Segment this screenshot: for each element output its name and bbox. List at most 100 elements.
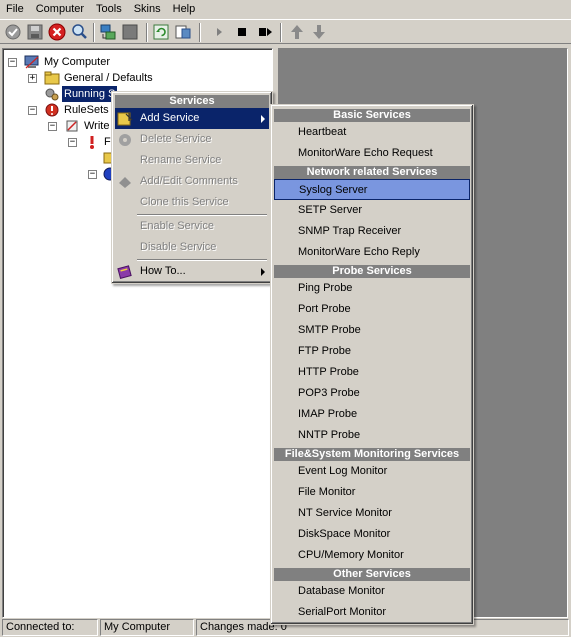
tree-node-my-computer[interactable]: − My Computer	[6, 54, 266, 70]
menu-item-label: HTTP Probe	[298, 366, 359, 378]
network-icon[interactable]	[99, 23, 117, 41]
status-connected: Connected to:	[2, 619, 98, 636]
down-arrow-icon[interactable]	[310, 23, 328, 41]
cpu-memory-monitor-menu-item[interactable]: CPU/Memory Monitor	[274, 545, 470, 566]
menu-item-label: SerialPort Monitor	[298, 606, 387, 618]
menu-computer[interactable]: Computer	[30, 0, 90, 18]
add-service-menu-item[interactable]: Add Service	[115, 108, 269, 129]
add-edit-comments-menu-item[interactable]: Add/Edit Comments	[115, 171, 269, 192]
smtp-probe-menu-item[interactable]: SMTP Probe	[274, 320, 470, 341]
menu-item-label: Ping Probe	[298, 282, 353, 294]
pop3-probe-menu-item[interactable]: POP3 Probe	[274, 383, 470, 404]
monitorware-echo-reply-menu-item[interactable]: MonitorWare Echo Reply	[274, 242, 470, 263]
ftp-probe-menu-item[interactable]: FTP Probe	[274, 341, 470, 362]
other-services-header: Other Services	[274, 568, 470, 581]
menu-file[interactable]: File	[0, 0, 30, 18]
menu-bar: File Computer Tools Skins Help	[0, 0, 571, 18]
toolbar-separator	[93, 23, 95, 42]
collapse-toggle[interactable]: −	[28, 106, 37, 115]
heartbeat-menu-item[interactable]: Heartbeat	[274, 122, 470, 143]
menu-item-label: POP3 Probe	[298, 387, 360, 399]
menu-item-label: SMTP Probe	[298, 324, 361, 336]
clone-service-menu-item[interactable]: Clone this Service	[115, 192, 269, 213]
enable-service-menu-item[interactable]: Enable Service	[115, 216, 269, 237]
disable-service-menu-item[interactable]: Disable Service	[115, 237, 269, 258]
tree-label: RuleSets	[64, 104, 109, 116]
menu-skins[interactable]: Skins	[128, 0, 167, 18]
collapse-toggle[interactable]: −	[88, 170, 97, 179]
port-probe-menu-item[interactable]: Port Probe	[274, 299, 470, 320]
probe-services-header: Probe Services	[274, 265, 470, 278]
snmp-trap-receiver-menu-item[interactable]: SNMP Trap Receiver	[274, 221, 470, 242]
tree-label: General / Defaults	[64, 72, 153, 84]
blank-icon[interactable]	[121, 23, 139, 41]
add-service-submenu: Basic Services Heartbeat MonitorWare Ech…	[270, 104, 474, 625]
check-icon[interactable]	[4, 23, 22, 41]
menu-item-label: How To...	[140, 265, 186, 277]
submenu-arrow-icon	[261, 115, 265, 123]
computer-icon	[24, 54, 40, 70]
toolbar-separator	[199, 23, 201, 42]
menu-item-label: Add/Edit Comments	[140, 175, 238, 187]
stop-red-icon[interactable]	[48, 23, 66, 41]
basic-services-header: Basic Services	[274, 109, 470, 122]
file-monitor-menu-item[interactable]: File Monitor	[274, 482, 470, 503]
menu-item-label: Delete Service	[140, 133, 212, 145]
expand-toggle[interactable]: +	[28, 74, 37, 83]
services-context-menu: Services Add Service Delete Service Rena…	[111, 91, 273, 284]
monitorware-echo-request-menu-item[interactable]: MonitorWare Echo Request	[274, 143, 470, 164]
setp-server-menu-item[interactable]: SETP Server	[274, 200, 470, 221]
toolbar	[0, 19, 571, 44]
tree-label: Running S	[60, 85, 119, 103]
http-probe-menu-item[interactable]: HTTP Probe	[274, 362, 470, 383]
menu-item-label: Event Log Monitor	[298, 465, 388, 477]
refresh-icon[interactable]	[152, 23, 170, 41]
up-arrow-icon[interactable]	[288, 23, 306, 41]
tree-label: My Computer	[44, 56, 111, 68]
stop-icon[interactable]	[233, 23, 251, 41]
toolbar-separator	[280, 23, 282, 42]
menu-item-label: IMAP Probe	[298, 408, 358, 420]
save-icon[interactable]	[26, 23, 44, 41]
tree-node-child[interactable]: −	[6, 166, 117, 182]
syslog-server-menu-item[interactable]: Syslog Server	[274, 179, 470, 200]
menu-item-label: NNTP Probe	[298, 429, 361, 441]
menu-item-label: Clone this Service	[140, 196, 229, 208]
gears-icon	[44, 86, 60, 102]
menu-item-label: DiskSpace Monitor	[298, 528, 391, 540]
menu-item-label: File Monitor	[298, 486, 356, 498]
event-log-monitor-menu-item[interactable]: Event Log Monitor	[274, 461, 470, 482]
collapse-toggle[interactable]: −	[68, 138, 77, 147]
step-icon[interactable]	[256, 23, 274, 41]
serialport-monitor-menu-item[interactable]: SerialPort Monitor	[274, 602, 470, 623]
how-to-menu-item[interactable]: How To...	[115, 261, 269, 282]
collapse-toggle[interactable]: −	[8, 58, 17, 67]
context-menu-header: Services	[115, 95, 269, 108]
comments-icon	[117, 174, 133, 190]
play-icon[interactable]	[210, 23, 228, 41]
folder-icon	[44, 70, 60, 86]
ping-probe-menu-item[interactable]: Ping Probe	[274, 278, 470, 299]
menu-item-label: MonitorWare Echo Reply	[298, 246, 420, 258]
diskspace-monitor-menu-item[interactable]: DiskSpace Monitor	[274, 524, 470, 545]
filesystem-services-header: File&System Monitoring Services	[274, 448, 470, 461]
menu-item-label: Add Service	[140, 112, 200, 124]
rulesets-icon	[44, 102, 60, 118]
nntp-probe-menu-item[interactable]: NNTP Probe	[274, 425, 470, 446]
network-services-header: Network related Services	[274, 166, 470, 179]
menu-help[interactable]: Help	[167, 0, 202, 18]
search-icon[interactable]	[70, 23, 88, 41]
tree-node-child[interactable]	[6, 150, 117, 166]
status-computer: My Computer	[100, 619, 194, 636]
menu-tools[interactable]: Tools	[90, 0, 128, 18]
imap-probe-menu-item[interactable]: IMAP Probe	[274, 404, 470, 425]
database-monitor-menu-item[interactable]: Database Monitor	[274, 581, 470, 602]
ruleset-item-icon	[64, 118, 80, 134]
collapse-toggle[interactable]: −	[48, 122, 57, 131]
menu-item-label: SETP Server	[298, 204, 362, 216]
delete-service-menu-item[interactable]: Delete Service	[115, 129, 269, 150]
nt-service-monitor-menu-item[interactable]: NT Service Monitor	[274, 503, 470, 524]
settings-icon[interactable]	[174, 23, 192, 41]
rename-service-menu-item[interactable]: Rename Service	[115, 150, 269, 171]
tree-node-general-defaults[interactable]: + General / Defaults	[6, 70, 266, 86]
